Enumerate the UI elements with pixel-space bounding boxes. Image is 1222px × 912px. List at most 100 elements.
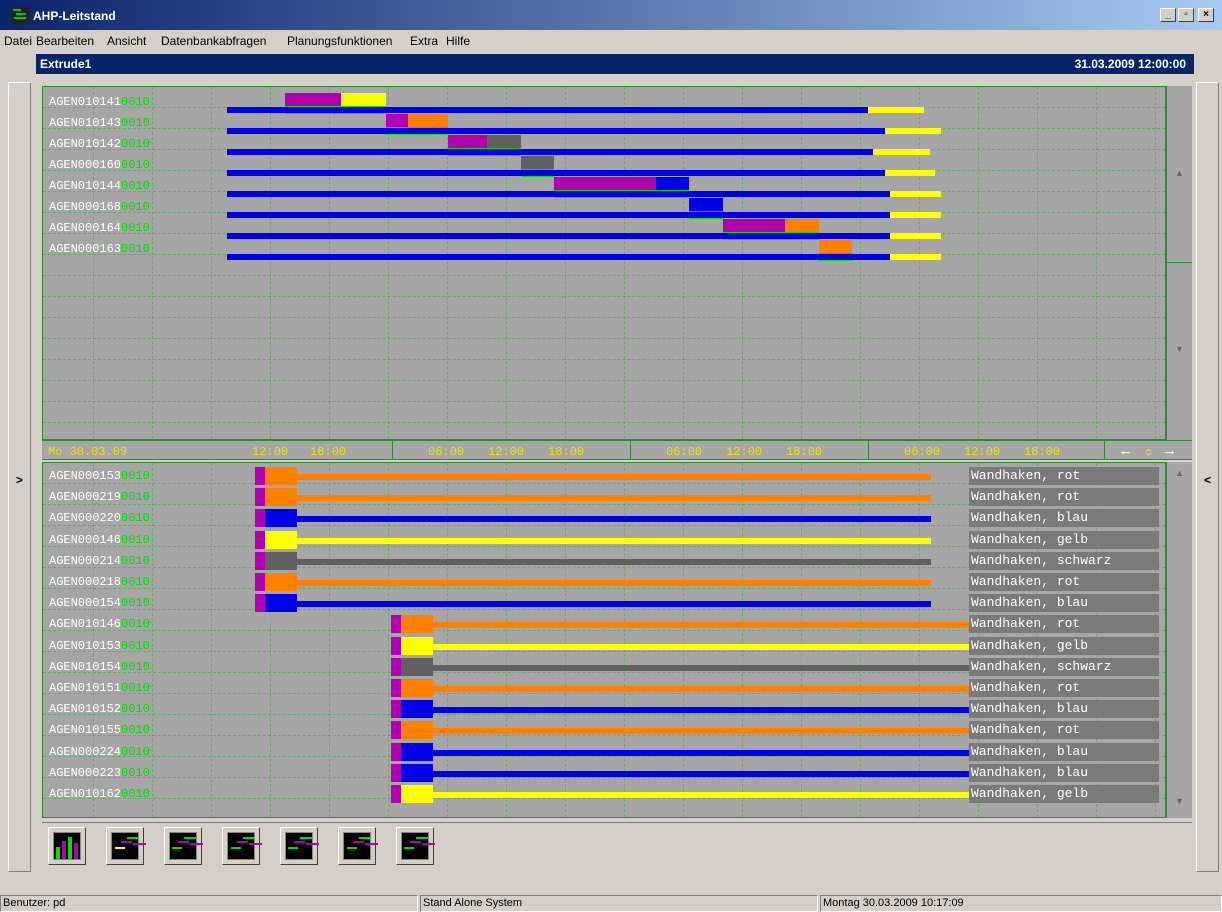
scroll-left-arrow-icon[interactable]: ⟵ (1122, 445, 1129, 460)
menu-datei[interactable]: Datei (4, 34, 32, 48)
time-tick: 06:00 (428, 445, 465, 459)
grid-line (1096, 87, 1097, 439)
scroll-down-icon[interactable]: ▼ (1167, 796, 1192, 806)
scroll-up-icon[interactable]: ▲ (1167, 168, 1192, 178)
operation-block[interactable] (818, 240, 853, 253)
top-gantt-panel[interactable]: AGEN0101410010 AGEN0101430010 AGEN01014200… (42, 86, 1166, 440)
order-bar[interactable] (227, 107, 868, 113)
row-label: AGEN0101460010 (49, 617, 150, 631)
maximize-button[interactable]: ▫ (1178, 8, 1194, 22)
icon-mark (56, 847, 60, 859)
table-button[interactable] (280, 827, 319, 865)
operation-block[interactable] (265, 488, 297, 507)
menu-bearbeiten[interactable]: Bearbeiten (36, 34, 94, 48)
operation-block[interactable] (385, 114, 409, 127)
order-bar[interactable] (227, 128, 885, 134)
operation-block[interactable] (401, 679, 433, 697)
operation-block[interactable] (265, 551, 297, 570)
gantt-multi-button[interactable] (222, 827, 262, 865)
icon-mark (294, 841, 305, 843)
top-scrollbar[interactable]: ▲ ▼ (1166, 86, 1192, 440)
order-bar[interactable] (433, 707, 1055, 714)
order-bar[interactable] (433, 770, 1055, 777)
operation-block[interactable] (265, 509, 297, 528)
right-panel-toggle-button[interactable]: < (1196, 82, 1219, 872)
operation-block[interactable] (486, 135, 521, 148)
grid-line (43, 296, 1165, 297)
operation-block[interactable] (265, 467, 297, 485)
start-marker (391, 657, 401, 676)
operation-block[interactable] (265, 530, 297, 549)
icon-mark (74, 843, 78, 859)
order-bar[interactable] (227, 149, 874, 155)
start-marker (391, 615, 401, 634)
operation-block[interactable] (723, 219, 785, 232)
operation-block[interactable] (401, 763, 433, 782)
order-bar[interactable] (433, 664, 1055, 671)
zoom-icon[interactable]: ≎ (1145, 445, 1152, 460)
gantt-detail-button[interactable] (396, 827, 435, 865)
order-bar[interactable] (227, 191, 891, 197)
order-bar[interactable] (433, 686, 1055, 692)
order-bar[interactable] (297, 474, 931, 480)
order-suffix: 0010 (121, 158, 150, 172)
chart-bars-button[interactable] (48, 827, 86, 865)
operation-block[interactable] (401, 657, 433, 676)
order-bar[interactable] (297, 558, 931, 565)
order-bar[interactable] (227, 170, 885, 176)
order-bar[interactable] (297, 537, 931, 544)
icon-mark (237, 841, 248, 843)
order-bar[interactable] (433, 622, 1055, 629)
order-bar[interactable] (297, 601, 931, 608)
operation-block[interactable] (689, 198, 724, 211)
operation-block[interactable] (401, 700, 433, 719)
bottom-gantt-panel[interactable]: AGEN0001530010 Wandhaken, rot AGEN00021900… (42, 462, 1166, 818)
menu-planungsfunktionen[interactable]: Planungsfunktionen (287, 34, 392, 48)
operation-block[interactable] (265, 594, 297, 613)
order-bar[interactable] (227, 254, 891, 260)
chart-yellow-button[interactable] (106, 827, 146, 865)
order-suffix: 0010 (121, 765, 150, 780)
bottom-scrollbar[interactable]: ▲ ▼ (1166, 462, 1192, 818)
operation-block[interactable] (401, 615, 433, 634)
operation-block[interactable] (284, 93, 341, 106)
operation-block[interactable] (401, 636, 433, 655)
item-description: Wandhaken, blau (969, 742, 1159, 761)
menu-ansicht[interactable]: Ansicht (107, 34, 146, 48)
operation-block[interactable] (520, 156, 555, 169)
operation-block[interactable] (401, 742, 433, 761)
scroll-right-arrow-icon[interactable]: ⟶ (1166, 445, 1173, 460)
order-bar[interactable] (433, 749, 1055, 756)
operation-block[interactable] (265, 573, 297, 591)
operation-block[interactable] (554, 177, 656, 190)
order-id: AGEN000154 (49, 596, 122, 611)
order-suffix: 0010 (121, 179, 150, 193)
operation-block[interactable] (655, 177, 690, 190)
operation-block[interactable] (447, 135, 487, 148)
order-bar[interactable] (297, 495, 931, 502)
scroll-down-icon[interactable]: ▼ (1167, 344, 1192, 354)
order-suffix: 0010 (121, 575, 150, 589)
operation-block[interactable] (340, 93, 386, 106)
menu-datenbankabfragen[interactable]: Datenbankabfragen (161, 34, 266, 48)
order-bar[interactable] (227, 212, 891, 218)
minimize-button[interactable]: _ (1160, 8, 1176, 22)
operation-block[interactable] (408, 114, 448, 127)
order-bar[interactable] (433, 643, 1055, 650)
order-bar[interactable] (227, 233, 891, 239)
order-bar[interactable] (297, 580, 931, 586)
menu-extra[interactable]: Extra (410, 34, 438, 48)
order-bar[interactable] (433, 728, 1055, 735)
close-button[interactable]: × (1198, 8, 1214, 22)
order-bar[interactable] (297, 516, 931, 523)
operation-block[interactable] (401, 721, 433, 740)
gantt-list-button[interactable] (338, 827, 378, 865)
row-label: AGEN0002230010 (49, 766, 150, 780)
gantt-button[interactable] (164, 827, 203, 865)
operation-block[interactable] (784, 219, 819, 232)
left-panel-toggle-button[interactable]: > (8, 82, 31, 872)
menu-hilfe[interactable]: Hilfe (446, 34, 470, 48)
scroll-up-icon[interactable]: ▲ (1167, 468, 1192, 478)
operation-block[interactable] (401, 785, 433, 803)
order-bar[interactable] (433, 792, 1055, 798)
